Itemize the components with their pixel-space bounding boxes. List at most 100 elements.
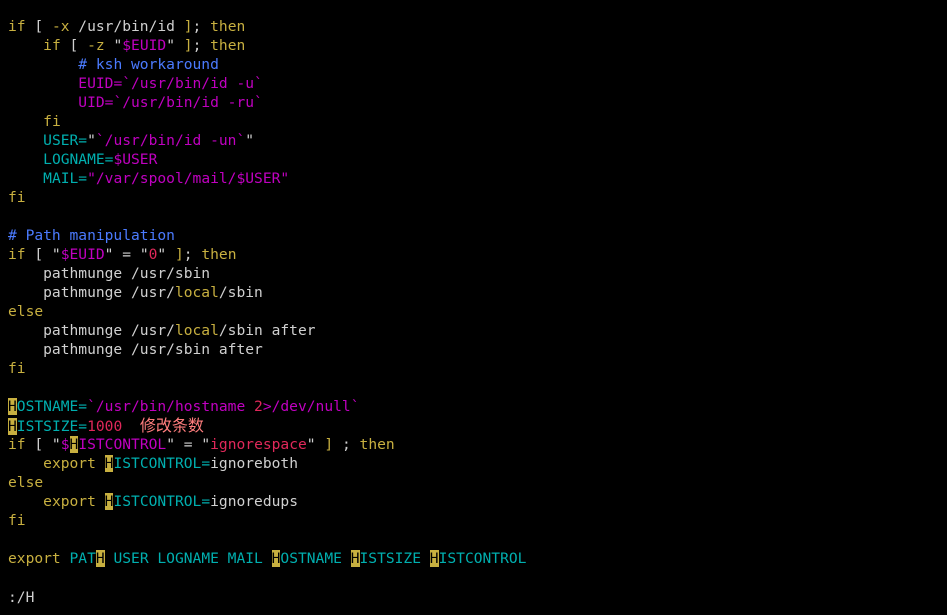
code-line: HOSTNAME=`/usr/bin/hostname 2>/dev/null` bbox=[8, 397, 947, 416]
code-token: ISTCONTROL bbox=[78, 436, 167, 453]
code-token: USER= bbox=[43, 132, 88, 149]
code-token: " = " bbox=[166, 436, 211, 453]
code-line: fi bbox=[8, 188, 947, 207]
search-highlight: H bbox=[69, 436, 79, 453]
code-token: then bbox=[359, 436, 395, 453]
code-token: fi bbox=[8, 360, 26, 377]
code-token: " bbox=[245, 132, 255, 149]
code-token: $EUID bbox=[122, 37, 167, 54]
code-token: PAT bbox=[69, 550, 96, 567]
annotation-text: 修改条数 bbox=[139, 416, 204, 435]
code-token: ; bbox=[192, 37, 211, 54]
code-token: " bbox=[166, 37, 184, 54]
code-token: -z bbox=[87, 37, 105, 54]
code-line: export PATH USER LOGNAME MAIL HOSTNAME H… bbox=[8, 549, 947, 568]
code-token: 1000 bbox=[87, 418, 123, 435]
code-token: " bbox=[87, 132, 96, 149]
code-line: UID=`/usr/bin/id -ru` bbox=[8, 93, 947, 112]
code-token: if bbox=[43, 37, 61, 54]
code-token: ; bbox=[192, 18, 211, 35]
search-highlight: H bbox=[8, 418, 17, 435]
code-token: `/usr/bin/hostname bbox=[87, 398, 255, 415]
code-token: $ bbox=[60, 436, 70, 453]
code-token: ISTCONTROL bbox=[438, 550, 527, 567]
code-line: pathmunge /usr/sbin bbox=[8, 264, 947, 283]
code-token: EUID= bbox=[78, 75, 123, 92]
code-line: # ksh workaround bbox=[8, 55, 947, 74]
code-line: else bbox=[8, 302, 947, 321]
code-line: fi bbox=[8, 112, 947, 131]
code-token: if bbox=[8, 246, 26, 263]
code-line: # Path manipulation bbox=[8, 226, 947, 245]
code-token: pathmunge /usr/sbin after bbox=[8, 341, 263, 358]
search-highlight: H bbox=[8, 398, 17, 415]
code-token: OSTNAME= bbox=[16, 398, 88, 415]
code-token: fi bbox=[8, 512, 26, 529]
code-line: HISTSIZE=1000 修改条数 bbox=[8, 416, 947, 435]
code-token: `/usr/bin/id -u` bbox=[122, 75, 263, 92]
code-token: USER LOGNAME MAIL bbox=[104, 550, 272, 567]
code-token: export bbox=[43, 455, 96, 472]
code-line: pathmunge /usr/sbin after bbox=[8, 340, 947, 359]
code-line: pathmunge /usr/local/sbin after bbox=[8, 321, 947, 340]
code-line: LOGNAME=$USER bbox=[8, 150, 947, 169]
code-token: "/var/spool/mail/$USER" bbox=[87, 170, 290, 187]
code-token: ISTCONTROL= bbox=[113, 455, 211, 472]
code-token: ; bbox=[183, 246, 202, 263]
search-highlight: H bbox=[350, 550, 360, 567]
code-token: if bbox=[8, 18, 26, 35]
search-highlight: H bbox=[429, 550, 439, 567]
code-token: " bbox=[157, 246, 175, 263]
code-token: MAIL= bbox=[43, 170, 88, 187]
code-token: pathmunge /usr/ bbox=[8, 284, 175, 301]
code-token: pathmunge /usr/sbin bbox=[8, 265, 211, 282]
code-line: MAIL="/var/spool/mail/$USER" bbox=[8, 169, 947, 188]
code-token: ISTCONTROL= bbox=[113, 493, 211, 510]
code-token: [ bbox=[25, 18, 52, 35]
code-token: OSTNAME bbox=[280, 550, 351, 567]
code-token: ISTSIZE bbox=[359, 550, 430, 567]
code-token: export bbox=[8, 550, 61, 567]
code-line: export HISTCONTROL=ignoredups bbox=[8, 492, 947, 511]
code-token: local bbox=[174, 284, 219, 301]
code-token: pathmunge /usr/ bbox=[8, 322, 175, 339]
code-line: fi bbox=[8, 511, 947, 530]
code-token: if bbox=[8, 436, 26, 453]
code-line: if [ -x /usr/bin/id ]; then bbox=[8, 17, 947, 36]
command-line[interactable]: :/H bbox=[8, 588, 34, 607]
code-token: fi bbox=[8, 189, 26, 206]
code-token: then bbox=[210, 37, 246, 54]
code-line: EUID=`/usr/bin/id -u` bbox=[8, 74, 947, 93]
code-token: -x bbox=[51, 18, 70, 35]
code-token: then bbox=[201, 246, 237, 263]
code-token: `/usr/bin/id -ru` bbox=[113, 94, 263, 111]
code-token: ] bbox=[183, 37, 193, 54]
code-token: ] bbox=[174, 246, 184, 263]
code-token: # ksh workaround bbox=[78, 56, 219, 73]
code-token: [ " bbox=[25, 436, 61, 453]
code-line: if [ "$HISTCONTROL" = "ignorespace" ] ; … bbox=[8, 435, 947, 454]
code-token: local bbox=[174, 322, 219, 339]
code-token: /sbin after bbox=[218, 322, 316, 339]
code-token: ] bbox=[183, 18, 193, 35]
code-token: then bbox=[210, 18, 246, 35]
code-token: else bbox=[8, 303, 44, 320]
search-highlight: H bbox=[95, 550, 105, 567]
code-token: >/dev/null` bbox=[262, 398, 360, 415]
code-token: UID= bbox=[78, 94, 114, 111]
code-token: " = " bbox=[104, 246, 149, 263]
editor-buffer[interactable]: if [ -x /usr/bin/id ]; then if [ -z "$EU… bbox=[8, 17, 947, 568]
code-token: # Path manipulation bbox=[8, 227, 175, 244]
